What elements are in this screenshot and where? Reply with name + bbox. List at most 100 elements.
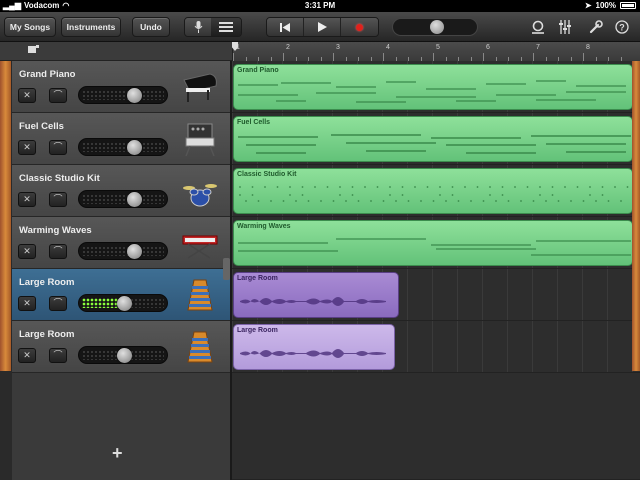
smart-strings-icon[interactable]	[180, 274, 220, 316]
my-songs-button[interactable]: My Songs	[4, 17, 56, 37]
rewind-icon[interactable]	[267, 18, 304, 36]
record-icon	[356, 23, 363, 31]
mixer-icon[interactable]	[557, 20, 573, 37]
synth-icon[interactable]	[180, 118, 220, 160]
track-header-resize-handle[interactable]	[223, 258, 230, 280]
bar-number: 3	[336, 44, 340, 51]
region[interactable]: Classic Studio Kit	[233, 168, 633, 214]
mute-icon[interactable]: ✕	[18, 296, 36, 311]
track-header[interactable]: Large Room ✕ ⌒	[12, 269, 230, 321]
region[interactable]: Warming Waves	[233, 220, 633, 266]
track-header[interactable]: Grand Piano ✕ ⌒	[12, 61, 230, 113]
region-notes	[236, 129, 631, 158]
track-volume-slider[interactable]	[78, 242, 168, 260]
mute-icon[interactable]: ✕	[18, 348, 36, 363]
record-button[interactable]	[341, 18, 378, 36]
wood-panel-left	[0, 61, 11, 371]
battery-percent: 100%	[595, 1, 616, 10]
ruler-tick	[333, 53, 334, 61]
track-volume-slider[interactable]	[78, 86, 168, 104]
status-bar: ▂▄▆ Vodacom ◠ 3:31 PM ➤ 100%	[0, 0, 640, 12]
wood-panel-right	[632, 61, 640, 371]
empty-timeline-area[interactable]	[232, 373, 640, 480]
track-list: Grand Piano ✕ ⌒ Fuel Cells ✕ ⌒ Classic Studio …	[12, 61, 230, 373]
headphones-icon[interactable]: ⌒	[49, 140, 67, 155]
wrench-icon[interactable]	[588, 20, 604, 37]
region-label: Warming Waves	[237, 223, 291, 230]
headphones-icon[interactable]: ⌒	[49, 244, 67, 259]
battery-icon	[620, 2, 636, 9]
bar-number: 5	[436, 44, 440, 51]
undo-button[interactable]: Undo	[132, 17, 170, 37]
region-notes	[236, 285, 396, 314]
track-volume-slider[interactable]	[78, 294, 168, 312]
region-notes	[236, 337, 392, 366]
headphones-icon[interactable]: ⌒	[49, 88, 67, 103]
volume-knob[interactable]	[116, 348, 132, 363]
transport-controls	[266, 17, 379, 37]
bar-number: 6	[486, 44, 490, 51]
mute-icon[interactable]: ✕	[18, 192, 36, 207]
master-volume-slider[interactable]	[392, 18, 478, 36]
help-icon[interactable]: ?	[614, 20, 630, 37]
volume-knob[interactable]	[116, 296, 132, 311]
add-track-button[interactable]: +	[112, 443, 123, 464]
grand-piano-icon[interactable]	[180, 66, 220, 108]
volume-knob[interactable]	[127, 88, 143, 103]
svg-text:?: ?	[619, 23, 625, 33]
volume-dots	[82, 90, 164, 100]
track-lane[interactable]: Warming Waves	[232, 217, 640, 269]
track-lane[interactable]: Classic Studio Kit	[232, 165, 640, 217]
ruler-tick	[283, 53, 284, 61]
instruments-button[interactable]: Instruments	[61, 17, 121, 37]
volume-knob[interactable]	[127, 244, 143, 259]
keyboard-icon[interactable]	[180, 222, 220, 264]
master-volume-knob[interactable]	[430, 20, 444, 34]
track-name: Large Room	[19, 277, 75, 288]
region-label: Large Room	[237, 327, 278, 334]
track-lane[interactable]: Large Room	[232, 269, 640, 321]
bar-number: 8	[586, 44, 590, 51]
ruler-tick	[233, 53, 234, 61]
timeline-area[interactable]: Grand Piano Fuel Cells Classic Studio Kit W…	[232, 61, 640, 480]
mute-icon[interactable]: ✕	[18, 140, 36, 155]
track-lane[interactable]: Large Room	[232, 321, 640, 373]
track-header[interactable]: Large Room ✕ ⌒	[12, 321, 230, 373]
region-notes	[236, 181, 630, 210]
view-toggle	[184, 17, 242, 37]
microphone-icon[interactable]	[185, 18, 211, 36]
track-volume-slider[interactable]	[78, 346, 168, 364]
region[interactable]: Fuel Cells	[233, 116, 633, 162]
region[interactable]: Large Room	[233, 272, 399, 318]
tracks-view-icon[interactable]	[211, 18, 241, 36]
smart-strings-icon[interactable]	[180, 326, 220, 368]
mute-icon[interactable]: ✕	[18, 88, 36, 103]
region[interactable]: Large Room	[233, 324, 395, 370]
bar-number: 7	[536, 44, 540, 51]
region-notes	[236, 233, 631, 262]
track-lane[interactable]: Fuel Cells	[232, 113, 640, 165]
track-header[interactable]: Warming Waves ✕ ⌒	[12, 217, 230, 269]
track-volume-slider[interactable]	[78, 138, 168, 156]
timeline-ruler[interactable]: 12345678	[232, 42, 640, 61]
loop-icon[interactable]	[530, 20, 546, 37]
drum-kit-icon[interactable]	[180, 170, 220, 212]
region[interactable]: Grand Piano	[233, 64, 633, 110]
volume-knob[interactable]	[127, 192, 143, 207]
volume-dots	[82, 194, 164, 204]
region-notes	[236, 77, 630, 106]
bar-number: 4	[386, 44, 390, 51]
track-volume-slider[interactable]	[78, 190, 168, 208]
track-lane[interactable]: Grand Piano	[232, 61, 640, 113]
headphones-icon[interactable]: ⌒	[49, 348, 67, 363]
ruler-tick	[533, 53, 534, 61]
track-header[interactable]: Classic Studio Kit ✕ ⌒	[12, 165, 230, 217]
headphones-icon[interactable]: ⌒	[49, 192, 67, 207]
play-icon[interactable]	[304, 18, 341, 36]
mute-icon[interactable]: ✕	[18, 244, 36, 259]
track-settings-icon[interactable]	[28, 45, 39, 58]
volume-knob[interactable]	[127, 140, 143, 155]
headphones-icon[interactable]: ⌒	[49, 296, 67, 311]
toolbar: My Songs Instruments Undo ?	[0, 12, 640, 42]
track-header[interactable]: Fuel Cells ✕ ⌒	[12, 113, 230, 165]
